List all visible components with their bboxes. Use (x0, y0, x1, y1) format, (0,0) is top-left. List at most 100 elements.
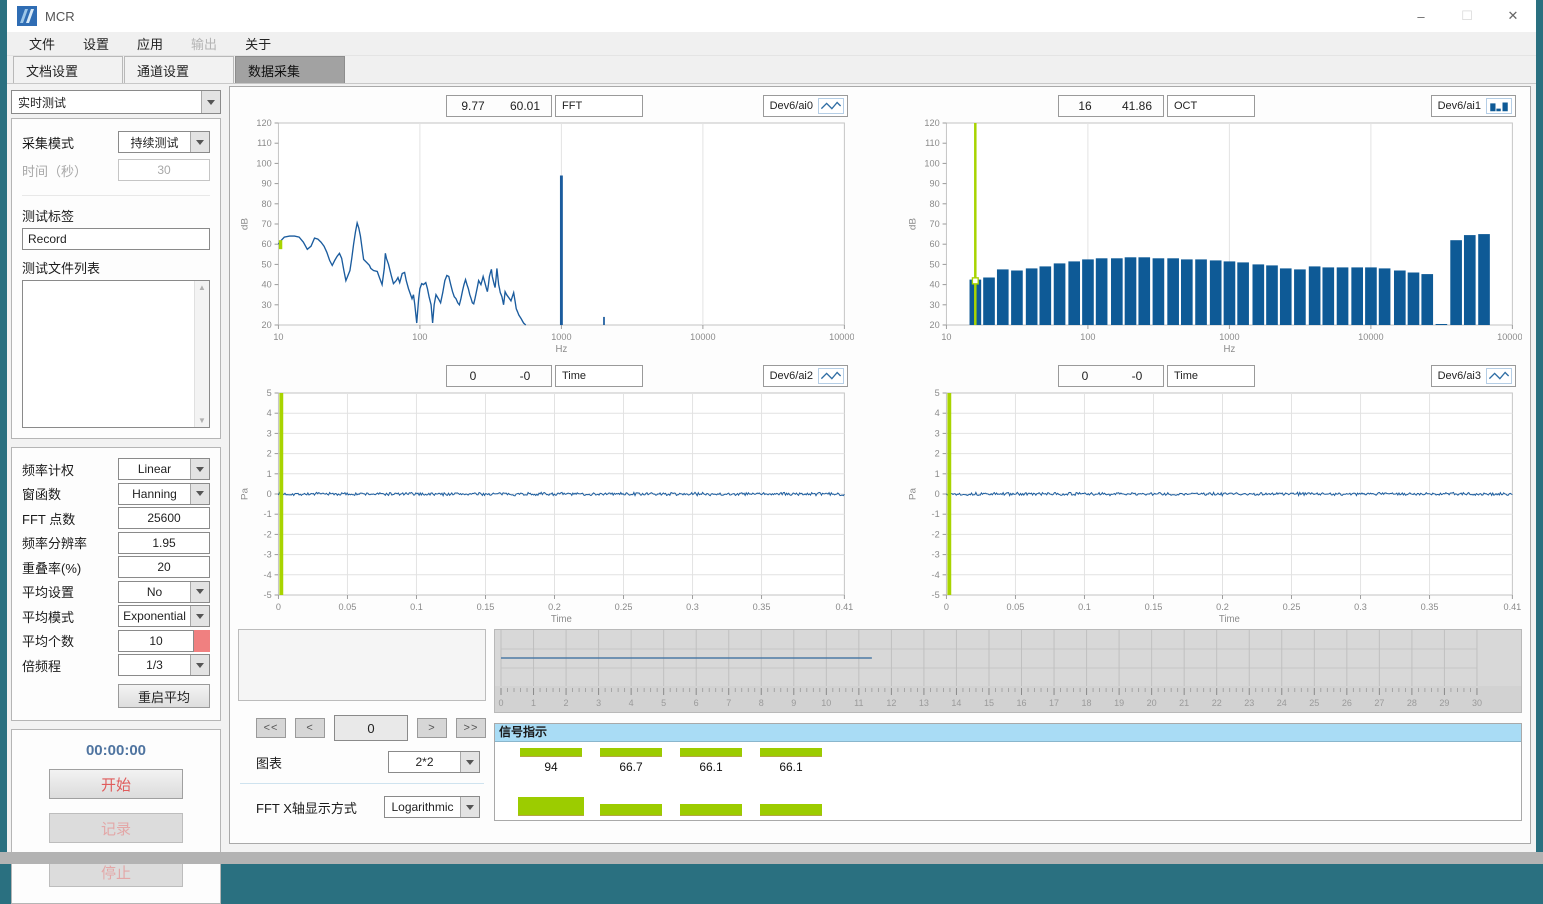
param-select[interactable]: 1/3 (118, 654, 210, 676)
oct-plot-area[interactable]: 1010010001000010000020304050607080901001… (906, 119, 1522, 355)
param-input[interactable]: 1.95 (118, 532, 210, 554)
close-button[interactable]: ✕ (1490, 0, 1536, 32)
param-select[interactable]: Linear (118, 458, 210, 480)
fft-xaxis-mode-select[interactable]: Logarithmic (384, 796, 480, 818)
svg-text:2: 2 (267, 448, 272, 458)
minimize-button[interactable]: – (1398, 0, 1444, 32)
svg-text:70: 70 (262, 219, 272, 229)
svg-text:100: 100 (256, 158, 271, 168)
svg-text:10: 10 (273, 332, 283, 342)
time-ai2-type-box[interactable]: Time (555, 365, 643, 387)
oct-type-box[interactable]: OCT (1167, 95, 1255, 117)
param-value: Exponential (119, 606, 190, 626)
svg-text:0.1: 0.1 (410, 602, 423, 612)
acquisition-mode-select[interactable]: 持续测试 (118, 131, 210, 153)
last-page-button[interactable]: >> (456, 718, 486, 738)
chevron-down-icon[interactable] (190, 582, 209, 602)
test-file-list[interactable]: ▲ ▼ (22, 280, 210, 428)
preview-box (238, 629, 486, 701)
time-ai3-cursor-x: 0 (1059, 366, 1111, 386)
chevron-down-icon[interactable] (190, 484, 209, 504)
tab-data-acquisition[interactable]: 数据采集 (235, 56, 345, 83)
oct-bar (1253, 264, 1265, 325)
param-select[interactable]: Exponential (118, 605, 210, 627)
page-number-box[interactable]: 0 (334, 715, 408, 741)
menu-about[interactable]: 关于 (231, 34, 285, 53)
svg-text:-1: -1 (932, 509, 940, 519)
param-value: 1/3 (119, 655, 190, 675)
time-ai3-type-box[interactable]: Time (1167, 365, 1255, 387)
chevron-down-icon[interactable] (460, 752, 479, 772)
param-label: 倍频程 (22, 656, 118, 675)
scroll-up-icon[interactable]: ▲ (198, 283, 206, 292)
tab-channel-settings[interactable]: 通道设置 (124, 56, 234, 83)
restart-average-button[interactable]: 重启平均 (118, 684, 210, 708)
chevron-down-icon[interactable] (190, 459, 209, 479)
param-row: FFT 点数25600 (22, 507, 210, 529)
oct-bar (1068, 261, 1080, 325)
svg-text:27: 27 (1374, 698, 1384, 708)
time-ai2-plot-area[interactable]: 00.050.10.150.20.250.30.350.41-5-4-3-2-1… (238, 389, 854, 625)
fft-type-box[interactable]: FFT (555, 95, 643, 117)
test-tag-field[interactable]: Record (22, 228, 210, 250)
param-input[interactable]: 20 (118, 556, 210, 578)
svg-text:0.1: 0.1 (1078, 602, 1091, 612)
svg-text:16: 16 (1017, 698, 1027, 708)
svg-text:40: 40 (930, 279, 940, 289)
oct-bar (997, 269, 1009, 325)
tab-document-settings[interactable]: 文档设置 (13, 56, 123, 83)
chevron-down-icon[interactable] (190, 132, 209, 152)
signal-level-value: 66.1 (779, 760, 802, 774)
fft-channel-button[interactable]: Dev6/ai0 (763, 95, 848, 117)
monitor-area: 0123456789101112131415161718192021222324… (494, 629, 1522, 826)
svg-text:0: 0 (276, 602, 281, 612)
menu-output: 输出 (177, 34, 231, 53)
time-ai3-plot-area[interactable]: 00.050.10.150.20.250.30.350.41-5-4-3-2-1… (906, 389, 1522, 625)
svg-text:0.15: 0.15 (1145, 602, 1163, 612)
signal-channel: 66.7 (599, 748, 663, 816)
svg-text:30: 30 (1472, 698, 1482, 708)
first-page-button[interactable]: << (256, 718, 286, 738)
param-select[interactable]: Hanning (118, 483, 210, 505)
fft-plot-area[interactable]: 1010010001000010000020304050607080901001… (238, 119, 854, 355)
window-title: MCR (45, 9, 75, 24)
signal-indicator-panel: 信号指示 9466.766.166.1 (494, 723, 1522, 821)
menu-settings[interactable]: 设置 (69, 34, 123, 53)
prev-page-button[interactable]: < (295, 718, 325, 738)
time-cursor-line (947, 393, 951, 595)
param-input[interactable]: 25600 (118, 507, 210, 529)
chevron-down-icon[interactable] (190, 606, 209, 626)
chart-layout-select[interactable]: 2*2 (388, 751, 480, 773)
scroll-down-icon[interactable]: ▼ (198, 416, 206, 425)
record-timeline[interactable]: 0123456789101112131415161718192021222324… (494, 629, 1522, 713)
oct-bar (1224, 261, 1236, 325)
svg-text:0.35: 0.35 (753, 602, 771, 612)
menu-application[interactable]: 应用 (123, 34, 177, 53)
time-ai2-cursor-x: 0 (447, 366, 499, 386)
param-label: 重叠率(%) (22, 558, 118, 577)
chevron-down-icon[interactable] (190, 655, 209, 675)
time-ai2-channel-button[interactable]: Dev6/ai2 (763, 365, 848, 387)
start-button[interactable]: 开始 (49, 769, 183, 799)
svg-text:90: 90 (262, 178, 272, 188)
next-page-button[interactable]: > (417, 718, 447, 738)
param-select[interactable]: No (118, 581, 210, 603)
time-ai3-channel-button[interactable]: Dev6/ai3 (1431, 365, 1516, 387)
maximize-button[interactable]: ☐ (1444, 0, 1490, 32)
chevron-down-icon[interactable] (460, 797, 479, 817)
svg-text:100000: 100000 (1497, 332, 1522, 342)
chevron-down-icon[interactable] (201, 91, 220, 113)
svg-text:-4: -4 (932, 570, 940, 580)
svg-text:50: 50 (262, 259, 272, 269)
oct-channel-button[interactable]: Dev6/ai1 (1431, 95, 1516, 117)
test-mode-select[interactable]: 实时测试 (11, 90, 221, 114)
time-ai2-header: 0 -0 Time Dev6/ai2 (238, 363, 854, 389)
title-bar: MCR – ☐ ✕ (7, 0, 1536, 32)
svg-text:0: 0 (498, 698, 503, 708)
file-list-scrollbar[interactable]: ▲ ▼ (194, 281, 209, 427)
menu-file[interactable]: 文件 (15, 34, 69, 53)
oct-bar (1436, 324, 1448, 325)
svg-text:12: 12 (886, 698, 896, 708)
param-input[interactable]: 10 (118, 630, 194, 652)
signal-level-value: 66.1 (699, 760, 722, 774)
